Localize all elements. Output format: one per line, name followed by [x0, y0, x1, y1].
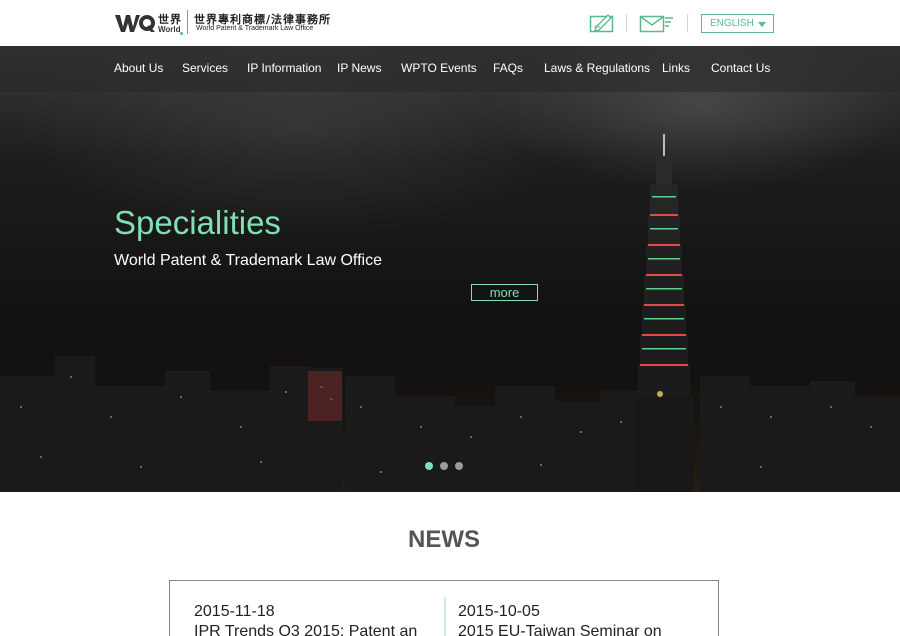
news-title[interactable]: 2015 EU-Taiwan Seminar on [458, 623, 698, 636]
logo-world-text: World [158, 25, 181, 34]
more-button[interactable]: more [471, 284, 538, 301]
carousel-dot-3[interactable] [455, 462, 463, 470]
logo-divider [187, 10, 188, 34]
news-heading: NEWS [408, 526, 480, 553]
nav-item-ip-news[interactable]: IP News [337, 61, 381, 75]
news-date: 2015-11-18 [194, 603, 275, 620]
nav-item-services[interactable]: Services [182, 61, 228, 75]
news-panel: 2015-11-18 IPR Trends Q3 2015: Patent an… [169, 580, 719, 636]
hero-subtitle: World Patent & Trademark Law Office [114, 252, 382, 269]
logo[interactable]: 世界 World 世界專利商標/法律事務所 World Patent & Tra… [114, 8, 330, 38]
nav-item-wpto-events[interactable]: WPTO Events [401, 61, 477, 75]
wq-logo-icon [115, 15, 155, 32]
nav-item-faqs[interactable]: FAQs [493, 61, 523, 75]
office-name-en: World Patent & Trademark Law Office [196, 25, 314, 32]
carousel-dot-1[interactable] [425, 462, 433, 470]
language-label: ENGLISH [710, 18, 754, 29]
top-bar: 世界 World 世界專利商標/法律事務所 World Patent & Tra… [0, 0, 900, 46]
logo-dot [180, 32, 183, 35]
mail-icon[interactable] [639, 12, 675, 34]
edit-icon[interactable] [589, 12, 615, 34]
nav-item-contact-us[interactable]: Contact Us [711, 61, 770, 75]
news-item[interactable]: 2015-11-18 IPR Trends Q3 2015: Patent an [194, 603, 434, 636]
news-date: 2015-10-05 [458, 603, 540, 620]
caret-down-icon [758, 22, 766, 27]
hero-title: Specialities [114, 204, 281, 241]
nav-item-about-us[interactable]: About Us [114, 61, 163, 75]
language-select[interactable]: ENGLISH [701, 14, 774, 33]
main-nav: About Us Services IP Information IP News… [0, 46, 900, 92]
carousel-dot-2[interactable] [440, 462, 448, 470]
news-item[interactable]: 2015-10-05 2015 EU-Taiwan Seminar on [458, 603, 698, 636]
nav-item-laws-regulations[interactable]: Laws & Regulations [544, 61, 650, 75]
nav-item-ip-information[interactable]: IP Information [247, 61, 321, 75]
news-title[interactable]: IPR Trends Q3 2015: Patent an [194, 623, 434, 636]
toolbar-separator [687, 14, 688, 32]
nav-item-links[interactable]: Links [662, 61, 690, 75]
toolbar-separator [626, 14, 627, 32]
news-divider [444, 597, 446, 636]
